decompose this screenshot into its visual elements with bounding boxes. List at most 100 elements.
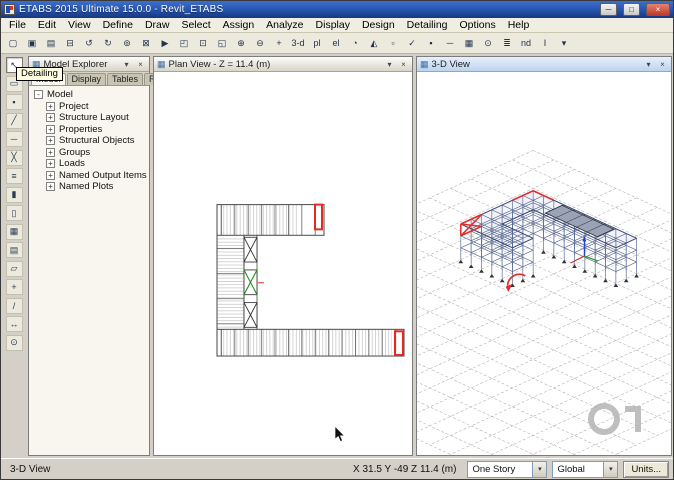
- new-model-button[interactable]: ▢: [4, 35, 22, 52]
- draw-frame-button[interactable]: ╱: [5, 112, 23, 129]
- draw-section-cut-button[interactable]: /: [5, 297, 23, 314]
- three-d-close-button[interactable]: ×: [657, 60, 668, 69]
- tree-item-label: Structural Objects: [59, 135, 135, 147]
- expand-toggle-icon[interactable]: +: [46, 113, 55, 123]
- quick-draw-braces-button[interactable]: ╳: [5, 149, 23, 166]
- lock-model-button[interactable]: ⊠: [137, 35, 155, 52]
- nd-display-button[interactable]: nd: [517, 35, 535, 52]
- tree-item-project[interactable]: + Project: [29, 101, 149, 113]
- snap-to-grid-button[interactable]: ⊙: [5, 334, 23, 351]
- tree-item-properties[interactable]: + Properties: [29, 124, 149, 136]
- redo-button[interactable]: ↻: [99, 35, 117, 52]
- quick-draw-floor-button[interactable]: ▤: [5, 242, 23, 258]
- draw-joint-button[interactable]: ▪: [5, 94, 23, 110]
- tab-display[interactable]: Display: [66, 73, 107, 85]
- three-d-view-button[interactable]: 3-d: [289, 35, 307, 52]
- shrink-objects-button[interactable]: ▫: [384, 35, 402, 52]
- menu-view[interactable]: View: [62, 18, 97, 32]
- expand-toggle-icon[interactable]: +: [46, 170, 55, 180]
- save-model-button[interactable]: ▤: [42, 35, 60, 52]
- assign-shell-button[interactable]: ▦: [460, 35, 478, 52]
- expand-toggle-icon[interactable]: +: [46, 101, 55, 111]
- snap-options-button[interactable]: ⊙: [479, 35, 497, 52]
- perspective-toggle-button[interactable]: ◭: [365, 35, 383, 52]
- plan-close-button[interactable]: ×: [398, 60, 409, 69]
- assign-joint-button[interactable]: ▪: [422, 35, 440, 52]
- run-analysis-button[interactable]: ▶: [156, 35, 174, 52]
- window-title: ETABS 2015 Ultimate 15.0.0 - Revit_ETABS: [19, 4, 224, 15]
- menu-design[interactable]: Design: [356, 18, 401, 32]
- open-model-button[interactable]: ▣: [23, 35, 41, 52]
- previous-zoom-button[interactable]: ◱: [213, 35, 231, 52]
- print-button[interactable]: ⊟: [61, 35, 79, 52]
- quick-draw-wall-button[interactable]: ▯: [5, 205, 23, 221]
- collapse-toggle-icon[interactable]: -: [34, 90, 43, 100]
- quick-draw-secondary-beams-button[interactable]: ≡: [5, 168, 23, 184]
- plan-view-button[interactable]: pl: [308, 35, 326, 52]
- menu-assign[interactable]: Assign: [217, 18, 261, 32]
- view-dropdown-button[interactable]: ▾: [555, 35, 573, 52]
- zoom-in-button[interactable]: ⊕: [232, 35, 250, 52]
- tree-item-structure-layout[interactable]: + Structure Layout: [29, 112, 149, 124]
- maximize-button[interactable]: □: [623, 3, 640, 16]
- draw-floor-button[interactable]: ▦: [5, 223, 23, 240]
- assign-frame-button[interactable]: ─: [441, 35, 459, 52]
- tree-item-named-plots[interactable]: + Named Plots: [29, 181, 149, 193]
- menu-options[interactable]: Options: [454, 18, 502, 32]
- draw-dimension-button[interactable]: ↔: [5, 316, 23, 332]
- tree-item-named-output-items[interactable]: + Named Output Items: [29, 170, 149, 182]
- expand-toggle-icon[interactable]: +: [46, 159, 55, 169]
- section-designer-button[interactable]: I: [536, 35, 554, 52]
- elevation-view-button[interactable]: el: [327, 35, 345, 52]
- pan-button[interactable]: +: [270, 35, 288, 52]
- rubber-band-zoom-button[interactable]: ◰: [175, 35, 193, 52]
- story-dropdown[interactable]: One Story ▾: [467, 460, 548, 478]
- explorer-close-button[interactable]: ×: [135, 60, 146, 69]
- draw-toolbar: ↖ ▭ ▪ ╱ ─ ╳ ≡ ▮ ▯ ▦ ▤ ▱ + / ↔ ⊙: [1, 54, 27, 458]
- draw-null-area-button[interactable]: ▱: [5, 260, 23, 277]
- undo-button[interactable]: ↺: [80, 35, 98, 52]
- minimize-button[interactable]: ─: [600, 3, 617, 16]
- draw-reference-point-button[interactable]: +: [5, 279, 23, 295]
- three-d-view-canvas[interactable]: [417, 72, 671, 455]
- menu-detailing[interactable]: Detailing: [401, 18, 454, 32]
- refresh-window-button[interactable]: ⊚: [118, 35, 136, 52]
- restore-full-view-button[interactable]: ⊡: [194, 35, 212, 52]
- watermark-logo: [588, 403, 641, 435]
- menu-edit[interactable]: Edit: [32, 18, 62, 32]
- menu-file[interactable]: File: [3, 18, 32, 32]
- zoom-out-button[interactable]: ⊖: [251, 35, 269, 52]
- close-button[interactable]: ×: [646, 3, 670, 16]
- rotate-view-button[interactable]: ◔: [346, 35, 364, 52]
- watermark-ring-icon: [588, 403, 620, 435]
- menu-select[interactable]: Select: [175, 18, 216, 32]
- tree-item-label: Groups: [59, 146, 91, 158]
- quick-draw-frame-button[interactable]: ─: [5, 131, 23, 147]
- three-d-view-panel: ▦ 3-D View ▾ ×: [416, 56, 672, 456]
- grid-options-button[interactable]: ≣: [498, 35, 516, 52]
- three-d-menu-button[interactable]: ▾: [643, 60, 654, 69]
- draw-wall-button[interactable]: ▮: [5, 186, 23, 203]
- display-options-button[interactable]: ✓: [403, 35, 421, 52]
- menu-draw[interactable]: Draw: [139, 18, 176, 32]
- tab-tables[interactable]: Tables: [107, 73, 144, 85]
- tree-root-model[interactable]: - Model: [29, 89, 149, 101]
- expand-toggle-icon[interactable]: +: [46, 124, 55, 134]
- expand-toggle-icon[interactable]: +: [46, 147, 55, 157]
- menu-display[interactable]: Display: [310, 18, 356, 32]
- menu-define[interactable]: Define: [97, 18, 139, 32]
- plan-view-canvas[interactable]: [154, 72, 412, 455]
- chevron-down-icon[interactable]: ▾: [532, 461, 547, 477]
- chevron-down-icon[interactable]: ▾: [603, 461, 618, 477]
- tree-item-structural-objects[interactable]: + Structural Objects: [29, 135, 149, 147]
- coordinate-system-dropdown[interactable]: Global ▾: [552, 460, 619, 478]
- expand-toggle-icon[interactable]: +: [46, 136, 55, 146]
- tree-item-groups[interactable]: + Groups: [29, 147, 149, 159]
- plan-menu-button[interactable]: ▾: [384, 60, 395, 69]
- menu-help[interactable]: Help: [502, 18, 536, 32]
- menu-analyze[interactable]: Analyze: [260, 18, 309, 32]
- units-button[interactable]: Units...: [623, 460, 669, 478]
- tree-item-loads[interactable]: + Loads: [29, 158, 149, 170]
- explorer-menu-button[interactable]: ▾: [121, 60, 132, 69]
- expand-toggle-icon[interactable]: +: [46, 182, 55, 192]
